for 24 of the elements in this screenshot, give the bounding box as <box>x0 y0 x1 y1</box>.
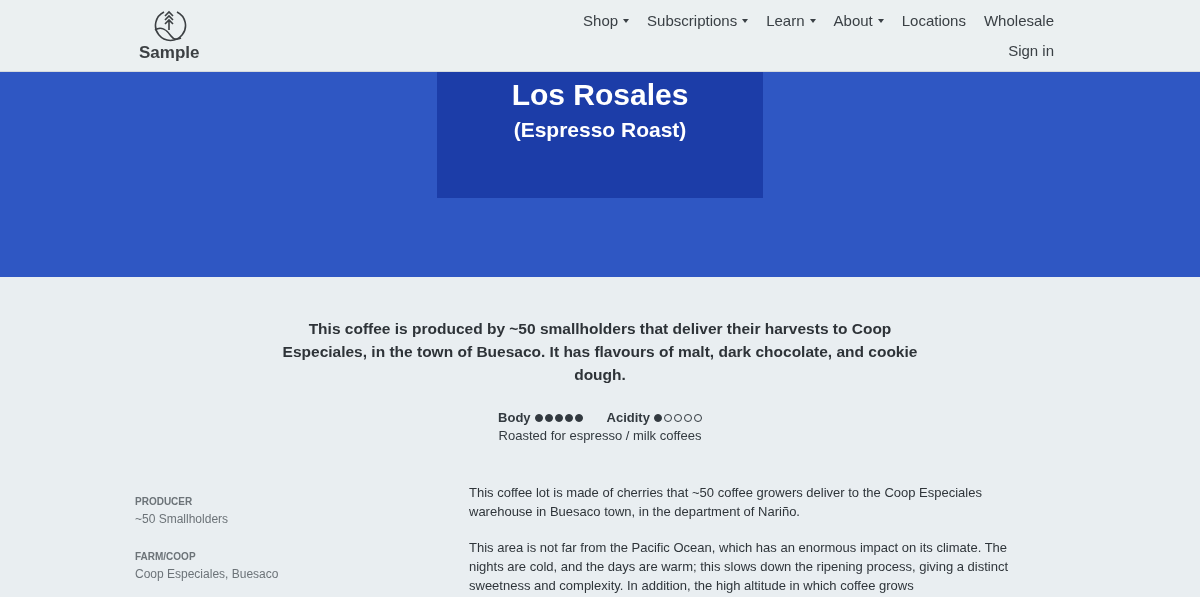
product-subtitle: (Espresso Roast) <box>513 118 687 142</box>
rating-label: Acidity <box>606 410 650 425</box>
product-title: Los Rosales <box>511 78 689 112</box>
detail-label: FARM/COOP <box>135 551 197 562</box>
detail-value: ~50 Smallholders <box>135 512 230 526</box>
caret-icon[interactable] <box>623 18 630 23</box>
detail-label: PRODUCER <box>135 496 194 507</box>
intro-text: This coffee is produced by ~50 smallholders that deliver their harvests to Coop Especiales, in the town of Buesaco. It has flavours of malt, dark chocolate, and cookie dough. <box>281 319 919 385</box>
description-paragraph: This area is not far from the Pacific Ocean, which has an enormous impact on its climate. The nights are cold, and the days are warm; this slows down the ripening process, giving a distinct sweetness and complexity. In addition, the high altitude in which coffee grows <box>469 539 1010 595</box>
nav-link[interactable]: Locations <box>901 11 966 30</box>
sign-in-link[interactable]: Sign in <box>1008 42 1054 59</box>
description-paragraph: This coffee lot is made of cherries that ~50 coffee growers deliver to the Coop Especiales warehouse in Buesaco town, in the department of Nariño. <box>469 484 983 521</box>
nav-link[interactable]: Wholesale <box>983 11 1054 30</box>
nav-link[interactable]: About <box>833 11 884 30</box>
caret-icon[interactable] <box>809 18 816 23</box>
nav-link[interactable]: Learn <box>766 11 816 30</box>
caret-icon[interactable] <box>877 18 884 23</box>
caret-icon[interactable] <box>742 18 749 23</box>
logo-text[interactable]: Sample <box>139 43 200 63</box>
detail-value: Coop Especiales, Buesaco <box>135 567 280 581</box>
rating-label: Body <box>498 410 531 425</box>
nav-link[interactable]: Subscriptions <box>647 11 749 30</box>
roast-note: Roasted for espresso / milk coffees <box>497 428 703 443</box>
nav-link[interactable]: Shop <box>583 11 630 30</box>
